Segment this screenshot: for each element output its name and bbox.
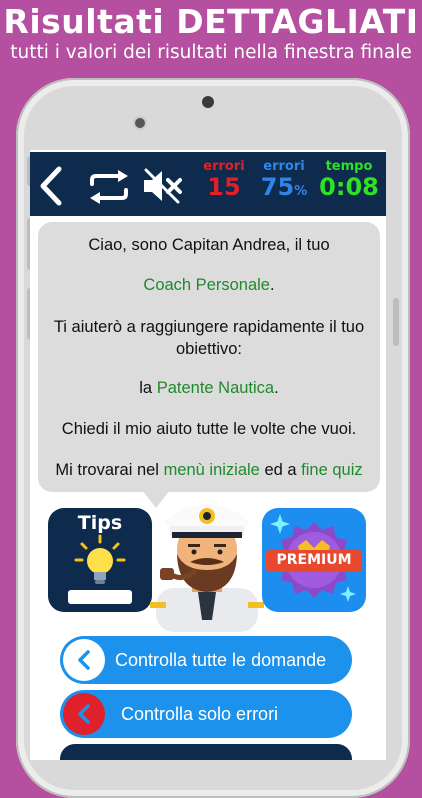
errors-count-stat: errori 15 bbox=[198, 159, 250, 201]
repeat-icon[interactable] bbox=[88, 170, 130, 209]
time-value: 0:08 bbox=[319, 173, 379, 201]
bubble-line-3: Ti aiuterò a raggiungere rapidamente il … bbox=[53, 318, 365, 336]
review-all-questions-label: Controlla tutte le domande bbox=[115, 649, 327, 670]
tips-label-bar bbox=[68, 590, 132, 604]
review-errors-only-label: Controlla solo errori bbox=[121, 703, 279, 724]
next-action-button-partial[interactable] bbox=[60, 744, 352, 760]
patente-nautica-highlight: Patente Nautica bbox=[156, 379, 275, 397]
tips-label: Tips bbox=[77, 512, 123, 534]
phone-power-button bbox=[393, 298, 399, 346]
back-icon[interactable] bbox=[38, 166, 64, 211]
captain-avatar bbox=[142, 492, 272, 637]
time-stat: tempo 0:08 bbox=[316, 159, 382, 201]
coach-personale-highlight: Coach Personale bbox=[143, 276, 270, 294]
bubble-line-6: Chiedi il mio aiuto tutte le volte che v… bbox=[61, 420, 357, 438]
bubble-line-5: la Patente Nautica. bbox=[139, 379, 279, 397]
bubble-line-1: Ciao, sono Capitan Andrea, il tuo bbox=[88, 236, 330, 254]
bubble-line-7: Mi trovarai nel menù iniziale ed a fine … bbox=[55, 461, 363, 479]
menu-iniziale-highlight: menù iniziale bbox=[163, 461, 260, 479]
mute-icon[interactable] bbox=[142, 168, 182, 209]
lightbulb-icon bbox=[74, 534, 126, 595]
fine-quiz-highlight: fine quiz bbox=[301, 461, 363, 479]
phone-sensor bbox=[135, 118, 145, 128]
bubble-line-4: obiettivo: bbox=[175, 340, 243, 358]
errors-percent-label: errori bbox=[263, 159, 305, 174]
tips-tile[interactable]: Tips bbox=[48, 508, 152, 612]
premium-label: PREMIUM bbox=[276, 552, 352, 568]
review-all-questions-button[interactable]: Controlla tutte le domande bbox=[60, 636, 352, 684]
errors-count-value: 15 bbox=[207, 173, 241, 201]
premium-tile[interactable]: PREMIUM bbox=[262, 508, 366, 612]
chevron-left-icon bbox=[63, 693, 105, 735]
coach-speech-bubble: Ciao, sono Capitan Andrea, il tuo Coach … bbox=[38, 222, 380, 492]
phone-camera bbox=[202, 96, 214, 108]
bubble-line-2: Coach Personale. bbox=[143, 276, 275, 294]
app-screen: errori 15 errori 75% tempo 0:08 Ciao, so… bbox=[30, 150, 386, 760]
errors-percent-unit: % bbox=[294, 184, 308, 199]
promo-title: Risultati DETTAGLIATI bbox=[3, 2, 419, 41]
chevron-left-icon bbox=[63, 639, 105, 681]
errors-percent-value: 75 bbox=[260, 173, 295, 201]
errors-count-label: errori bbox=[203, 159, 245, 174]
promo-subtitle: tutti i valori dei risultati nella fines… bbox=[10, 42, 412, 63]
errors-percent-stat: errori 75% bbox=[256, 160, 312, 205]
top-bar: errori 15 errori 75% tempo 0:08 bbox=[30, 152, 386, 216]
time-label: tempo bbox=[325, 159, 373, 174]
review-errors-only-button[interactable]: Controlla solo errori bbox=[60, 690, 352, 738]
